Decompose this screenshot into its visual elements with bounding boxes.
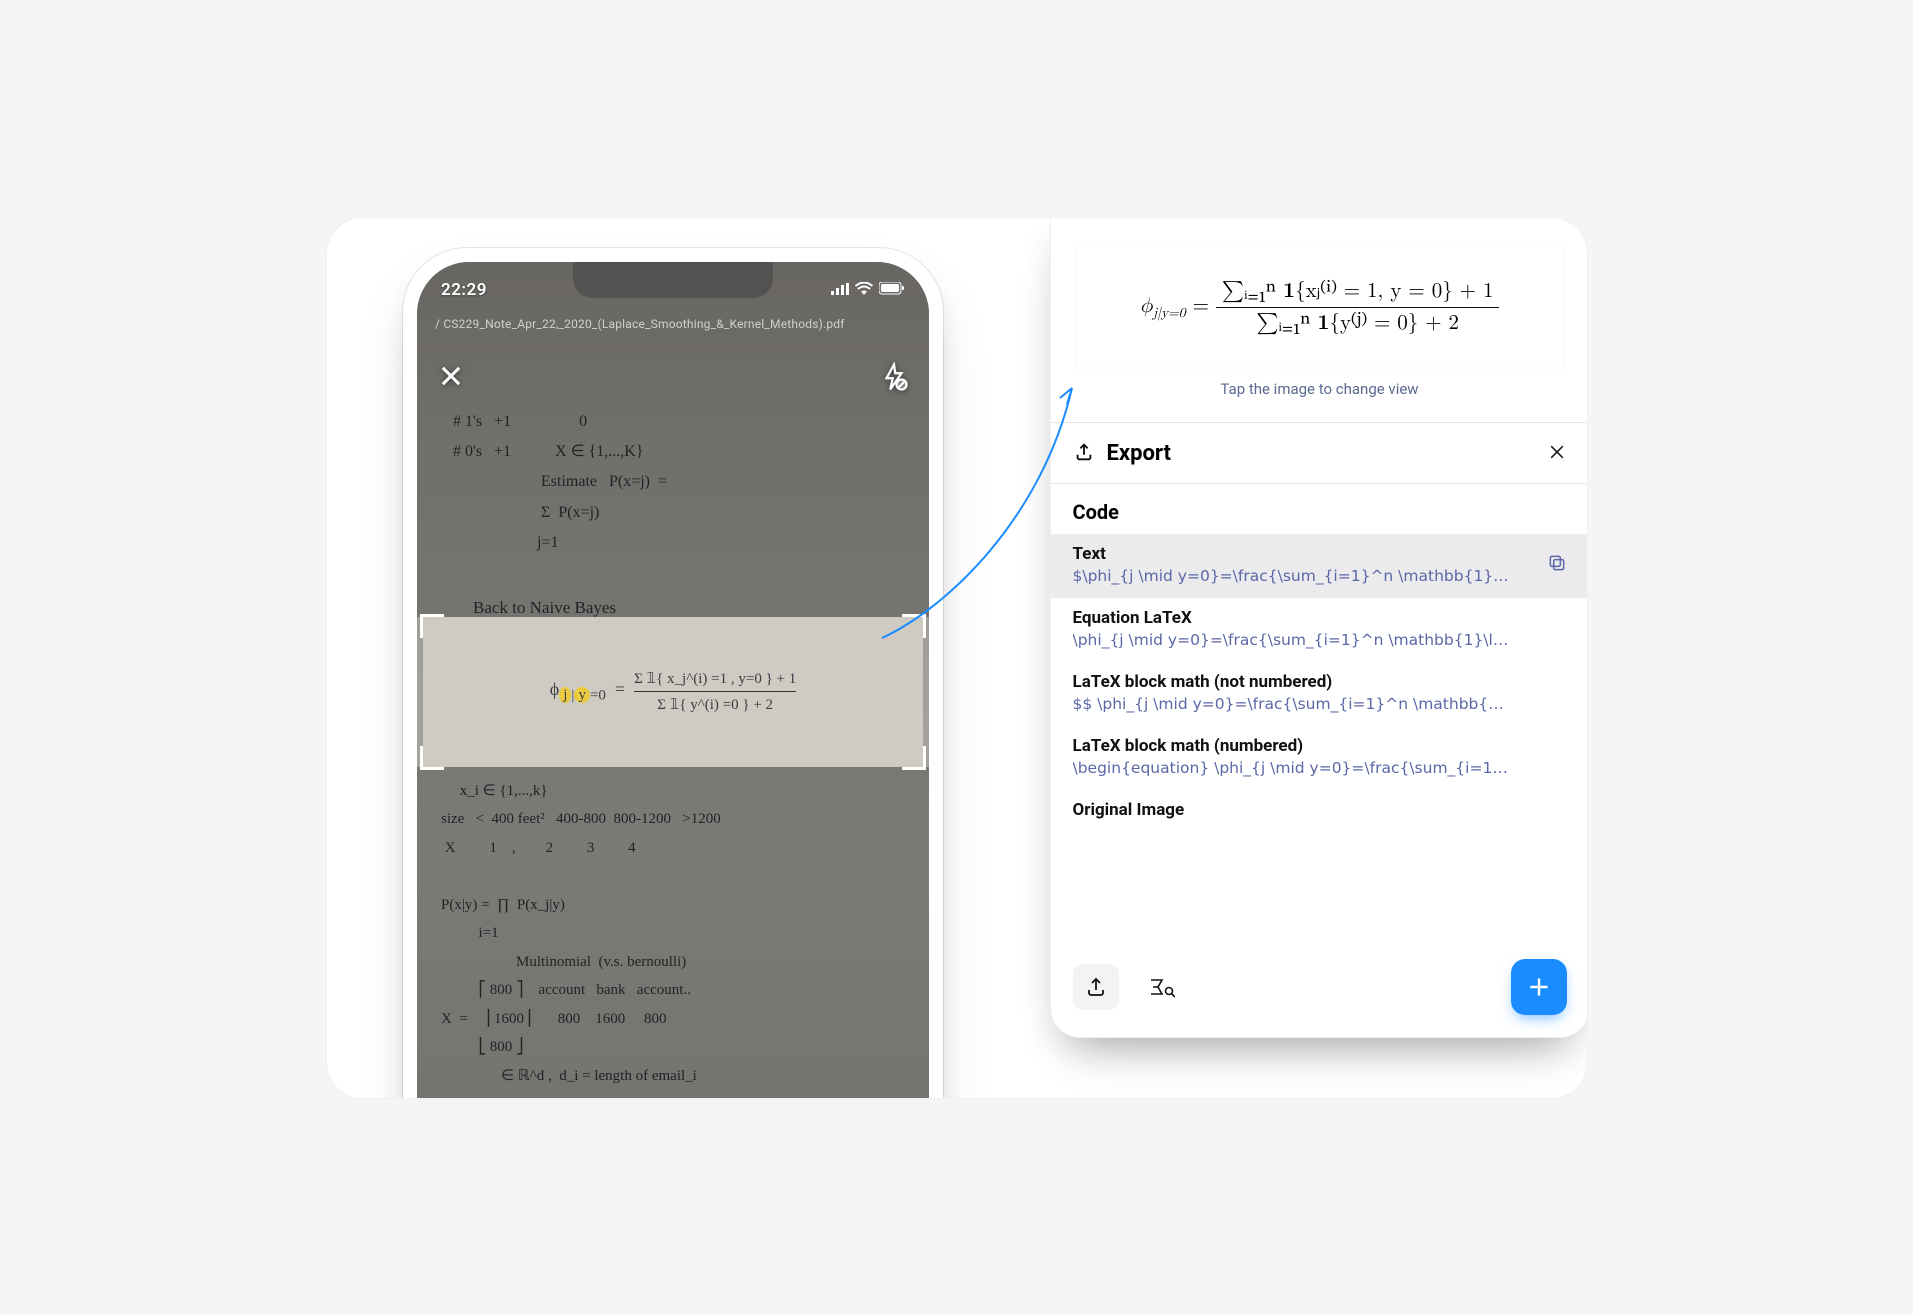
camera-view[interactable]: 22:29 / CS229_Note_Apr_22,_2020_(Lapl	[417, 262, 929, 1098]
add-button[interactable]	[1511, 959, 1567, 1015]
close-icon[interactable]	[437, 362, 465, 396]
export-header: Export	[1051, 422, 1587, 484]
signal-icon	[831, 280, 849, 299]
share-button[interactable]	[1073, 964, 1119, 1010]
flash-off-icon[interactable]	[879, 362, 909, 396]
rendered-formula[interactable]: ϕj|y=0 = ∑ᵢ₌₁ⁿ 𝟏{xⱼ⁽ⁱ⁾ = 1, y = 0} + 1∑ᵢ…	[1075, 247, 1565, 368]
phone-frame-left: 22:29 / CS229_Note_Apr_22,_2020_(Lapl	[403, 248, 943, 1098]
export-item-label: Text	[1073, 544, 1567, 564]
close-export-icon[interactable]	[1547, 442, 1567, 466]
export-item-label: Equation LaTeX	[1073, 608, 1567, 628]
formula-display: ϕj|y=0 = ∑ᵢ₌₁ⁿ 𝟏{xⱼ⁽ⁱ⁾ = 1, y = 0} + 1∑ᵢ…	[1140, 276, 1500, 339]
export-item-2[interactable]: LaTeX block math (not numbered) $$ \phi_{…	[1051, 662, 1587, 726]
code-section-label: Code	[1051, 484, 1587, 534]
equation-search-button[interactable]	[1139, 964, 1185, 1010]
export-item-label: Original Image	[1073, 800, 1567, 820]
right-phone-column: ϕj|y=0 = ∑ᵢ₌₁ⁿ 𝟏{xⱼ⁽ⁱ⁾ = 1, y = 0} + 1∑ᵢ…	[1020, 218, 1587, 1098]
export-item-label: LaTeX block math (not numbered)	[1073, 672, 1567, 692]
export-list: Text $\phi_{j \mid y=0}=\frac{\sum_{i=1}^…	[1051, 534, 1587, 836]
export-item-value: \phi_{j \mid y=0}=\frac{\sum_{i=1}^n \ma…	[1073, 631, 1513, 649]
status-icons	[831, 274, 905, 299]
showcase-card: 22:29 / CS229_Note_Apr_22,_2020_(Lapl	[327, 218, 1587, 1098]
export-item-label: LaTeX block math (numbered)	[1073, 736, 1567, 756]
status-time: 22:29	[441, 274, 487, 300]
notch	[573, 262, 773, 298]
left-phone-column: 22:29 / CS229_Note_Apr_22,_2020_(Lapl	[327, 218, 1020, 1098]
export-title: Export	[1107, 441, 1535, 466]
export-item-0[interactable]: Text $\phi_{j \mid y=0}=\frac{\sum_{i=1}^…	[1051, 534, 1587, 598]
export-item-4[interactable]: Original Image	[1051, 790, 1587, 836]
export-item-value: $\phi_{j \mid y=0}=\frac{\sum_{i=1}^n \m…	[1073, 567, 1513, 585]
tap-hint: Tap the image to change view	[1051, 380, 1587, 398]
battery-icon	[879, 280, 905, 299]
crop-region[interactable]: ϕj|y=0 = Σ 𝟙{ x_j^(i) =1 , y=0 } + 1 Σ 𝟙…	[423, 617, 923, 767]
export-item-1[interactable]: Equation LaTeX \phi_{j \mid y=0}=\frac{\s…	[1051, 598, 1587, 662]
pdf-path: / CS229_Note_Apr_22,_2020_(Laplace_Smoot…	[435, 317, 911, 331]
phone-frame-right: ϕj|y=0 = ∑ᵢ₌₁ⁿ 𝟏{xⱼ⁽ⁱ⁾ = 1, y = 0} + 1∑ᵢ…	[1050, 218, 1587, 1038]
export-icon	[1073, 441, 1095, 467]
export-item-value: \begin{equation} \phi_{j \mid y=0}=\frac…	[1073, 759, 1513, 777]
bottom-toolbar	[1073, 959, 1567, 1015]
wifi-icon	[855, 280, 873, 299]
export-item-3[interactable]: LaTeX block math (numbered) \begin{equati…	[1051, 726, 1587, 790]
crop-formula: ϕj|y=0 = Σ 𝟙{ x_j^(i) =1 , y=0 } + 1 Σ 𝟙…	[423, 617, 923, 767]
copy-icon[interactable]	[1547, 553, 1567, 577]
export-item-value: $$ \phi_{j \mid y=0}=\frac{\sum_{i=1}^n …	[1073, 695, 1513, 713]
